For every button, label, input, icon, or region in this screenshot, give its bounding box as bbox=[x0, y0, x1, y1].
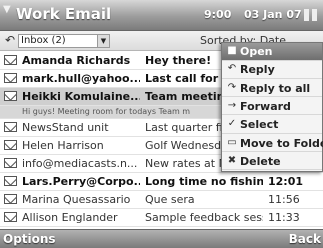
chevron-down-icon: ▼ bbox=[97, 35, 109, 47]
mail-envelope-icon bbox=[4, 73, 17, 83]
menu-item-label: Reply to all bbox=[240, 81, 311, 95]
menu-item-label: Move to Folder bbox=[240, 136, 323, 150]
mail-envelope-icon bbox=[4, 158, 17, 168]
menu-item-move-to-folder[interactable]: ▭Move to Folder bbox=[222, 135, 323, 152]
message-preview-text: Hi guys! Meeting room for todays Team m bbox=[22, 107, 191, 116]
message-row[interactable]: Allison Englander Sample feedback sessi..… bbox=[0, 209, 323, 227]
folder-icon: ▭ bbox=[227, 136, 237, 148]
mail-envelope-icon bbox=[4, 91, 17, 101]
title-bar: ▼ Work Email 9:00 03 Jan 07 bbox=[0, 0, 323, 31]
folder-select[interactable]: Inbox (2) ▼ bbox=[18, 34, 110, 48]
mail-envelope-icon bbox=[4, 140, 17, 150]
message-time: 11:56 bbox=[268, 193, 300, 206]
menu-item-select[interactable]: ✓ Select bbox=[222, 116, 322, 134]
options-softkey[interactable]: Options bbox=[3, 232, 56, 246]
menu-item-forward[interactable]: → Forward bbox=[222, 98, 322, 116]
message-row[interactable]: Marina Quesassario Que sera 11:56 bbox=[0, 191, 323, 209]
email-app-screen: ▼ Work Email 9:00 03 Jan 07 ↶ Inbox (2) … bbox=[0, 0, 323, 248]
status-icon bbox=[304, 9, 317, 21]
checkmark-icon: ✓ bbox=[227, 118, 237, 130]
menu-item-label: Forward bbox=[240, 99, 291, 113]
back-softkey[interactable]: Back bbox=[289, 232, 321, 246]
message-sender: mark.hull@yahoo... bbox=[22, 72, 140, 85]
message-time: 12:01 bbox=[268, 175, 304, 188]
message-sender: info@mediacasts.n... bbox=[22, 157, 138, 170]
mail-envelope-icon bbox=[4, 122, 17, 132]
message-sender: Marina Quesassario bbox=[22, 193, 131, 206]
menu-item-label: Reply bbox=[240, 63, 275, 77]
message-sender: NewsStand unit bbox=[22, 121, 109, 134]
status-indicator bbox=[302, 6, 320, 24]
folder-select-value: Inbox (2) bbox=[21, 35, 66, 46]
app-menu-icon[interactable]: ▼ bbox=[3, 4, 11, 15]
message-sender: Lars.Perry@Corpo... bbox=[22, 175, 140, 188]
reply-icon: ↶ bbox=[227, 63, 237, 75]
message-time: 11:33 bbox=[268, 211, 300, 224]
mail-envelope-icon bbox=[4, 55, 17, 65]
softkey-bar: Options Back bbox=[0, 229, 323, 248]
menu-item-label: Delete bbox=[240, 154, 281, 168]
message-sender: Helen Harrison bbox=[22, 139, 104, 152]
menu-item-open[interactable]: ■ Open bbox=[222, 43, 322, 61]
delete-icon: ✖ bbox=[227, 154, 237, 166]
clock: 9:00 bbox=[204, 8, 232, 21]
mail-envelope-icon bbox=[4, 176, 17, 186]
message-subject: Que sera bbox=[145, 193, 195, 206]
menu-item-reply-to-all[interactable]: ↷ Reply to all bbox=[222, 80, 322, 98]
mail-envelope-icon bbox=[4, 212, 17, 222]
reply-all-icon: ↷ bbox=[227, 81, 237, 93]
message-sender: Heikki Komulaine... bbox=[22, 90, 140, 103]
open-icon: ■ bbox=[227, 45, 237, 56]
back-arrow-icon[interactable]: ↶ bbox=[5, 33, 15, 47]
menu-item-reply[interactable]: ↶ Reply bbox=[222, 61, 322, 79]
window-title: Work Email bbox=[16, 5, 112, 23]
menu-item-label: Select bbox=[240, 118, 279, 132]
context-menu: ■ Open ↶ Reply ↷ Reply to all → Forward ✓ Select ▭… bbox=[221, 42, 323, 172]
menu-item-delete[interactable]: ✖ Delete bbox=[222, 153, 322, 171]
message-subject: Sample feedback sessi... bbox=[145, 211, 263, 224]
date: 03 Jan 07 bbox=[244, 8, 302, 21]
message-row[interactable]: Lars.Perry@Corpo... Long time no fishin..… bbox=[0, 173, 323, 191]
mail-envelope-icon bbox=[4, 194, 17, 204]
menu-item-label: Open bbox=[240, 45, 273, 58]
forward-icon: → bbox=[227, 99, 237, 111]
message-subject: Long time no fishin... bbox=[145, 175, 263, 188]
message-sender: Allison Englander bbox=[22, 211, 118, 224]
message-sender: Amanda Richards bbox=[22, 54, 131, 67]
